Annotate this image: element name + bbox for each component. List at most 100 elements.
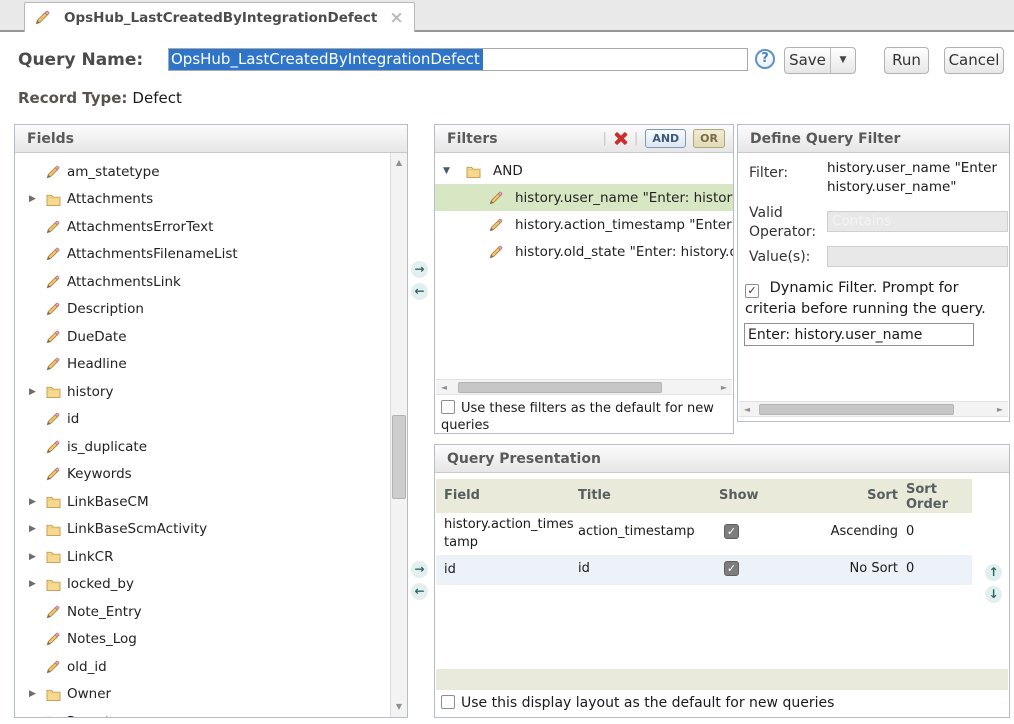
fields-tree-item[interactable]: ▶LinkBaseCM (15, 488, 390, 516)
fields-tree-item-label: LinkCR (67, 549, 113, 565)
fields-tree-item[interactable]: id (15, 406, 390, 434)
layout-default-label: Use this display layout as the default f… (461, 695, 834, 711)
folder-icon (46, 578, 67, 591)
cell-sort[interactable]: No Sort (822, 561, 898, 576)
save-button[interactable]: Save (784, 47, 831, 74)
fields-tree-item[interactable]: am_statetype (15, 158, 390, 186)
expand-icon[interactable]: ▶ (29, 689, 46, 699)
show-checkbox[interactable]: ✓ (724, 524, 739, 539)
scrollbar-thumb[interactable] (458, 382, 662, 393)
column-header-show[interactable]: Show (719, 488, 759, 503)
filter-group-label: AND (493, 163, 523, 179)
dynamic-filter-checkbox[interactable]: ✓ (745, 284, 759, 298)
fields-tree-item[interactable]: ▶Owner (15, 681, 390, 709)
prompt-text-input[interactable] (744, 323, 974, 346)
table-row[interactable]: id id ✓ No Sort 0 (436, 555, 972, 585)
or-button[interactable]: OR (693, 129, 725, 148)
fields-tree-item[interactable]: ▶LinkBaseScmActivity (15, 516, 390, 544)
cancel-button[interactable]: Cancel (944, 47, 1004, 74)
fields-tree-item[interactable]: Description (15, 296, 390, 324)
fields-tree-item-label: Attachments (67, 191, 153, 207)
fields-tree-item[interactable]: DueDate (15, 323, 390, 351)
tab-query[interactable]: OpsHub_LastCreatedByIntegrationDefect × (24, 2, 415, 32)
move-row-up-button[interactable]: ↑ (985, 564, 1002, 581)
define-panel-header: Define Query Filter (738, 125, 1009, 153)
delete-filter-icon[interactable] (614, 132, 627, 145)
column-header-title[interactable]: Title (578, 488, 611, 503)
remove-filter-button[interactable]: ← (411, 283, 428, 300)
expand-icon[interactable]: ▶ (29, 387, 46, 397)
cell-sort-order[interactable]: 0 (906, 561, 914, 576)
fields-tree-item[interactable]: Notes_Log (15, 626, 390, 654)
pencil-icon (46, 220, 67, 234)
filter-item[interactable]: history.user_name "Enter: history. (435, 184, 733, 211)
fields-tree-item[interactable]: AttachmentsLink (15, 268, 390, 296)
scroll-right-icon[interactable]: ► (716, 380, 732, 395)
filters-default-label: Use these filters as the default for new… (441, 401, 714, 433)
fields-tree-item[interactable]: ▶history (15, 378, 390, 406)
scroll-left-icon[interactable]: ◄ (739, 402, 755, 417)
filters-hscrollbar[interactable]: ◄ ► (436, 379, 732, 395)
fields-tree-item[interactable]: ▶locked_by (15, 571, 390, 599)
scroll-down-icon[interactable]: ▼ (391, 699, 407, 715)
cell-sort-order[interactable]: 0 (906, 524, 914, 539)
save-dropdown-icon[interactable]: ▼ (830, 47, 856, 74)
expand-icon[interactable]: ▶ (29, 579, 46, 589)
column-header-sort-order[interactable]: Sort Order (906, 482, 964, 512)
and-button[interactable]: AND (645, 129, 686, 148)
fields-tree-item-label: Note_Entry (67, 604, 142, 620)
fields-tree-item[interactable]: Keywords (15, 461, 390, 489)
expand-icon[interactable]: ▶ (29, 497, 46, 507)
show-checkbox[interactable]: ✓ (724, 561, 739, 576)
expand-icon[interactable]: ▶ (29, 194, 46, 204)
filter-group-and[interactable]: ▼ AND (435, 158, 733, 184)
scrollbar-thumb[interactable] (392, 415, 406, 499)
query-name-input[interactable]: OpsHub_LastCreatedByIntegrationDefect (168, 48, 748, 71)
define-hscrollbar[interactable]: ◄ ► (739, 401, 1008, 417)
fields-tree-item[interactable]: Headline (15, 351, 390, 379)
fields-tree-item[interactable]: ▶Parent (15, 708, 390, 717)
layout-default-checkbox[interactable] (441, 695, 455, 709)
collapse-icon[interactable]: ▼ (443, 166, 460, 176)
record-type: Record Type:Defect (18, 89, 182, 107)
fields-tree-item[interactable]: Note_Entry (15, 598, 390, 626)
expand-icon[interactable]: ▶ (29, 524, 46, 534)
pencil-icon (46, 357, 67, 371)
run-button[interactable]: Run (884, 47, 929, 74)
fields-tree-item[interactable]: ▶ Attachments (15, 186, 390, 214)
move-row-down-button[interactable]: ↓ (985, 586, 1002, 603)
folder-icon (466, 165, 487, 178)
filter-item-label: history.action_timestamp "Enter: h (515, 217, 733, 233)
scroll-left-icon[interactable]: ◄ (436, 380, 452, 395)
fields-tree-item[interactable]: is_duplicate (15, 433, 390, 461)
scrollbar-thumb[interactable] (759, 404, 954, 415)
cell-field: id (444, 561, 578, 579)
fields-tree-item[interactable]: old_id (15, 653, 390, 681)
column-header-sort[interactable]: Sort (822, 488, 898, 503)
filter-item[interactable]: history.action_timestamp "Enter: h (435, 211, 733, 238)
column-header-field[interactable]: Field (444, 488, 480, 503)
folder-icon (46, 550, 67, 563)
pencil-icon (46, 660, 67, 674)
filter-item[interactable]: history.old_state "Enter: history.ol (435, 238, 733, 265)
fields-scrollbar[interactable]: ▲ ▼ (390, 153, 407, 717)
fields-tree-item[interactable]: ▶ LinkCR (15, 543, 390, 571)
scroll-up-icon[interactable]: ▲ (391, 155, 407, 171)
tab-close-icon[interactable]: × (389, 11, 403, 25)
add-display-field-button[interactable]: → (411, 561, 428, 578)
values-input (827, 246, 1008, 267)
pencil-icon (46, 247, 67, 261)
presentation-table-header: Field Title Show Sort Sort Order (436, 479, 972, 513)
table-row[interactable]: history.action_timestamp action_timestam… (436, 513, 972, 555)
add-filter-button[interactable]: → (411, 261, 428, 278)
fields-tree-item-label: old_id (67, 659, 107, 675)
fields-tree-item[interactable]: AttachmentsFilenameList (15, 241, 390, 269)
remove-display-field-button[interactable]: ← (411, 583, 428, 600)
expand-icon[interactable]: ▶ (29, 552, 46, 562)
scroll-right-icon[interactable]: ► (992, 402, 1008, 417)
filters-default-checkbox[interactable] (441, 400, 455, 414)
fields-tree-item[interactable]: AttachmentsErrorText (15, 213, 390, 241)
help-icon[interactable]: ? (755, 49, 775, 69)
cell-sort[interactable]: Ascending (822, 524, 898, 539)
pencil-icon (46, 165, 67, 179)
